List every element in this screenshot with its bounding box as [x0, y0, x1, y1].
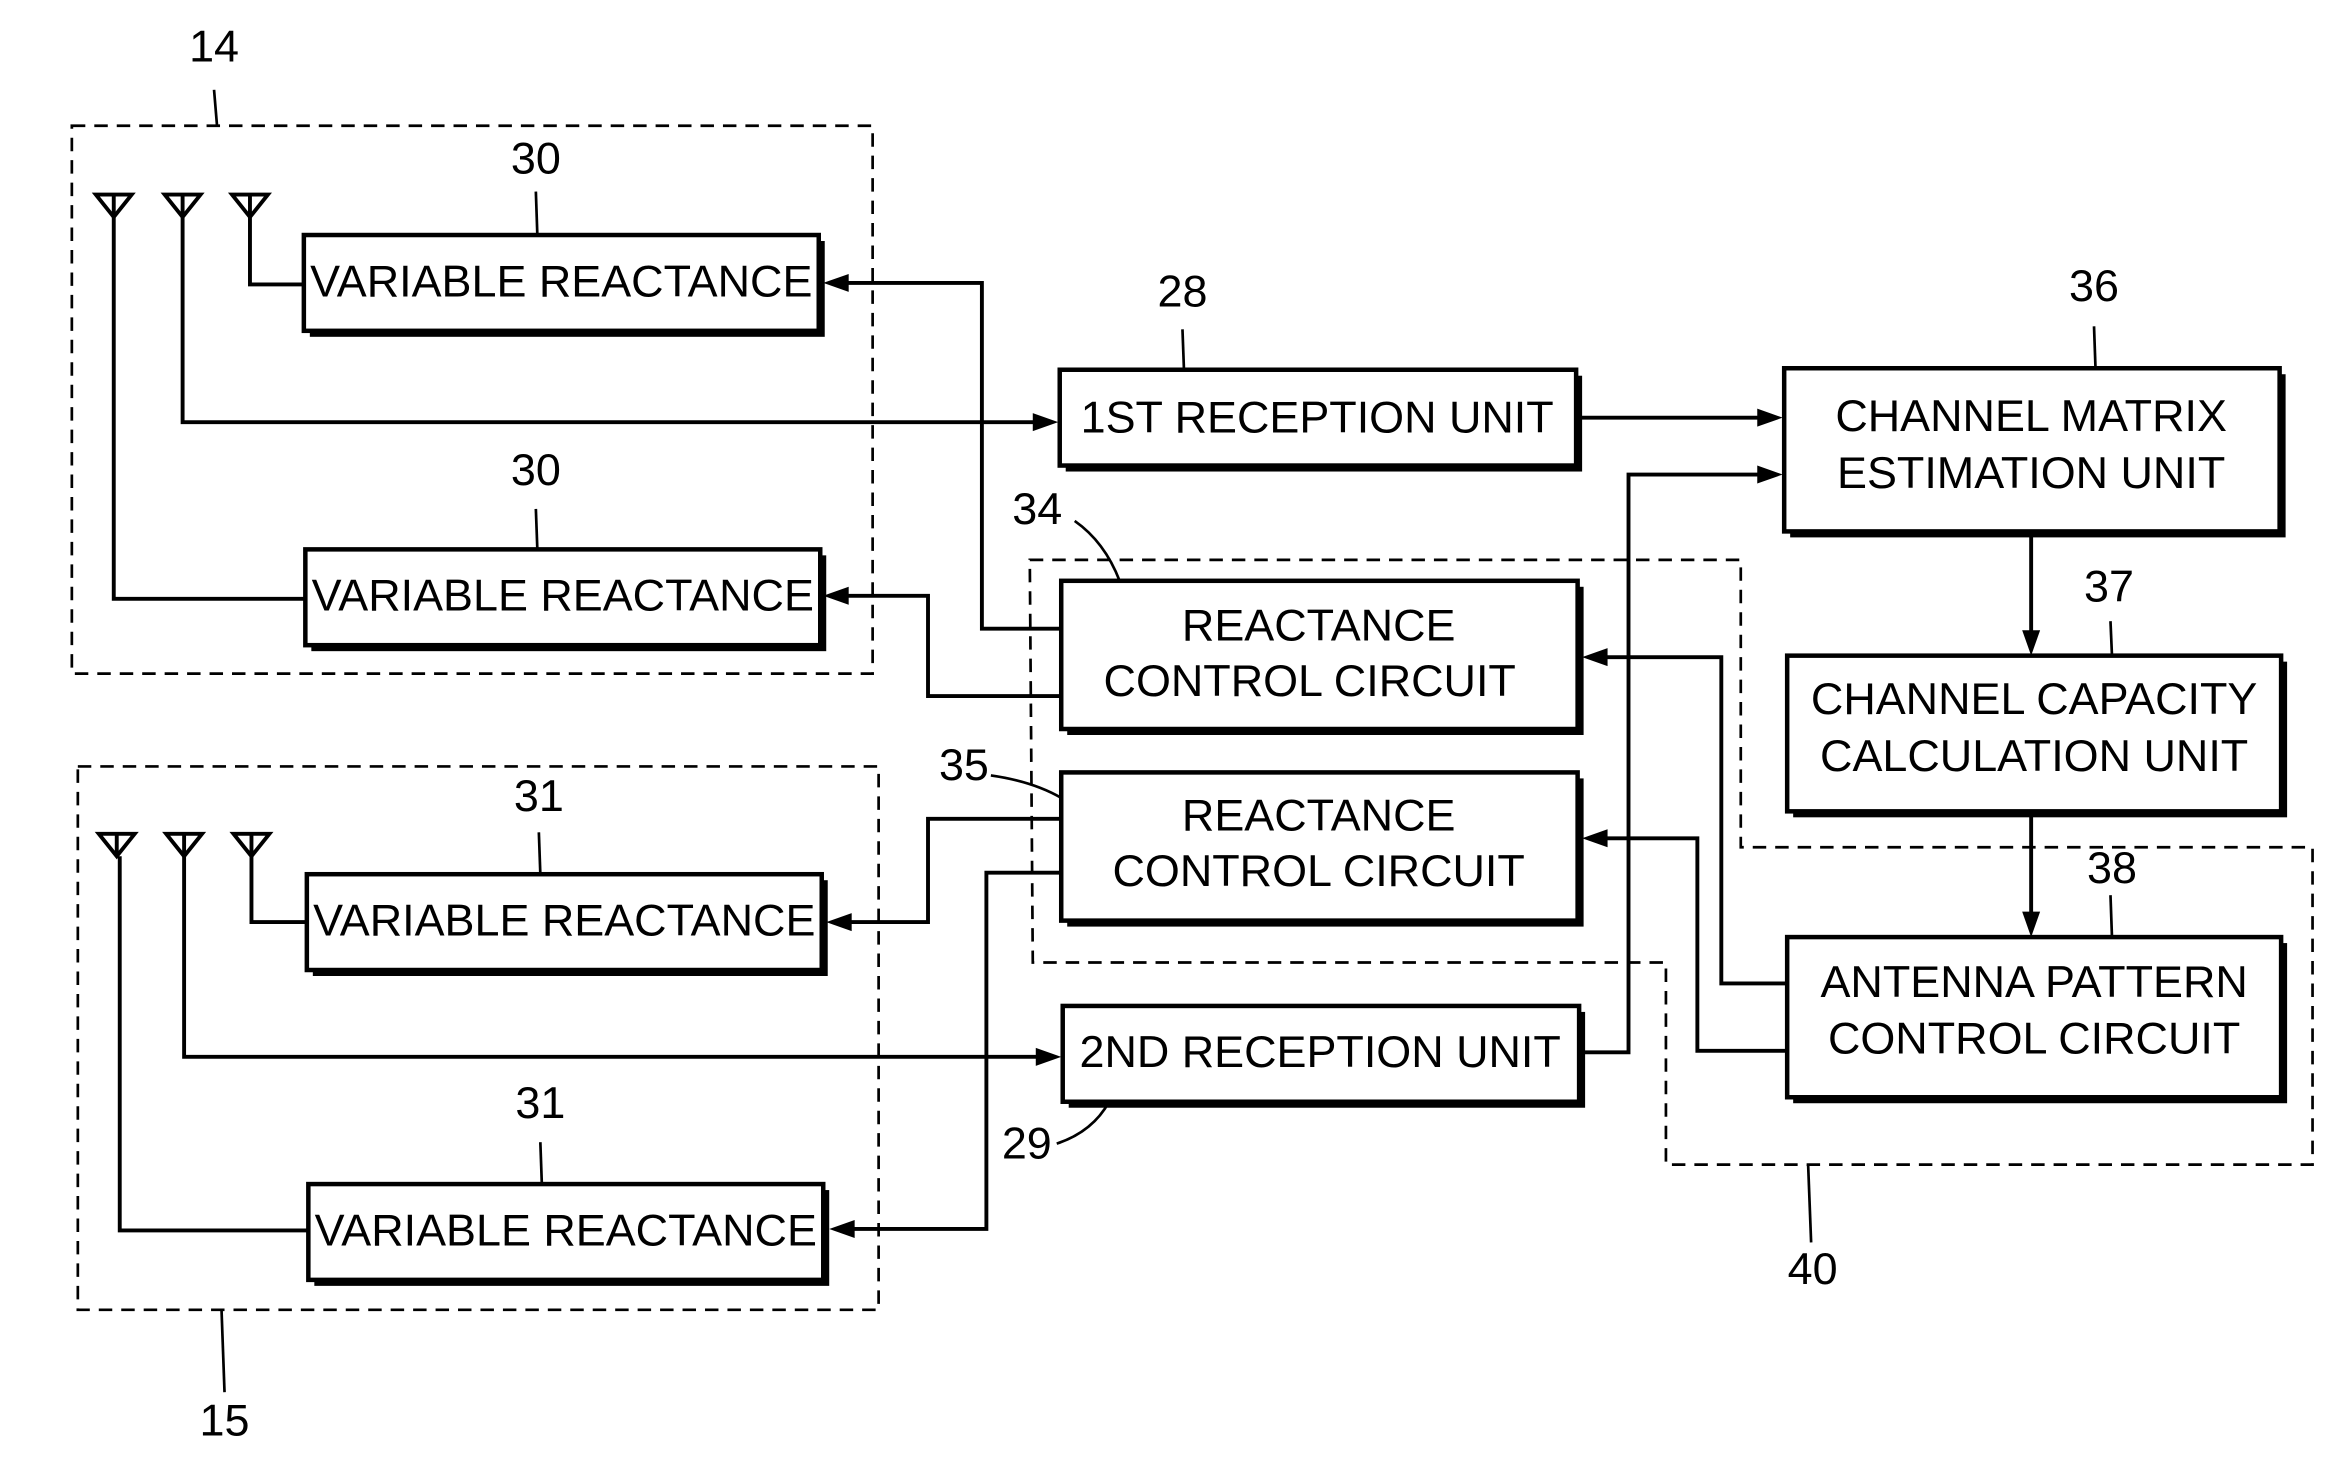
block-label: 1ST RECEPTION UNIT	[1081, 391, 1554, 442]
second-reception-unit-29: 2ND RECEPTION UNIT	[1060, 1003, 1586, 1108]
leader-15	[220, 1309, 226, 1393]
ref-label-29: 29	[1002, 1118, 1052, 1169]
wire-ant1-to-vr30b	[111, 217, 306, 601]
wire-ant1-to-vr31b	[117, 856, 309, 1233]
block-label: VARIABLE REACTANCE	[312, 570, 814, 621]
block-label: VARIABLE REACTANCE	[313, 894, 815, 945]
leader-31b	[538, 1142, 544, 1185]
ref-label-38: 38	[2087, 842, 2137, 893]
antenna-icon	[229, 831, 274, 860]
block-label-line2: CALCULATION UNIT	[1820, 730, 2248, 781]
arrowhead	[1757, 408, 1783, 427]
ref-label-30b: 30	[511, 444, 561, 495]
ref-label-37: 37	[2084, 561, 2134, 612]
block-label-line2: ESTIMATION UNIT	[1837, 447, 2225, 498]
block-label-line1: ANTENNA PATTERN	[1820, 956, 2247, 1007]
ref-label-28: 28	[1158, 266, 1208, 317]
channel-capacity-calculation-unit-37: CHANNEL CAPACITY CALCULATION UNIT	[1784, 653, 2288, 818]
antenna-icon	[94, 831, 139, 860]
channel-matrix-estimation-unit-36: CHANNEL MATRIX ESTIMATION UNIT	[1781, 366, 2286, 538]
block-label-line1: CHANNEL CAPACITY	[1811, 673, 2257, 724]
ref-label-15: 15	[200, 1394, 250, 1445]
arrowhead	[823, 273, 849, 292]
ref-label-30a: 30	[511, 133, 561, 184]
leader-35	[990, 774, 1062, 800]
leader-38	[2109, 895, 2114, 938]
antenna-icon	[91, 192, 136, 221]
block-label-line2: CONTROL CIRCUIT	[1113, 845, 1525, 896]
arrowhead	[826, 913, 852, 932]
wire-rc35-to-vr31b	[853, 870, 1062, 1231]
variable-reactance-31b: VARIABLE REACTANCE	[306, 1181, 830, 1286]
block-label: VARIABLE REACTANCE	[315, 1204, 817, 1255]
leader-30a	[534, 191, 539, 236]
leader-31a	[537, 832, 542, 875]
ref-label-40: 40	[1788, 1243, 1838, 1294]
reactance-control-circuit-35: REACTANCE CONTROL CIRCUIT	[1058, 770, 1584, 927]
ref-label-34: 34	[1012, 483, 1062, 534]
wire-ant3-to-vr31a	[249, 856, 309, 925]
leader-30b	[534, 508, 539, 550]
arrowhead	[1757, 465, 1783, 484]
block-label-line1: CHANNEL MATRIX	[1835, 390, 2227, 441]
wire-rc35-to-vr31a	[850, 816, 1062, 925]
arrowhead	[1582, 648, 1608, 667]
ref-label-14: 14	[189, 20, 239, 71]
arrowhead	[1032, 413, 1059, 432]
block-label-line1: REACTANCE	[1182, 790, 1456, 841]
block-label-line2: CONTROL CIRCUIT	[1828, 1013, 2240, 1064]
arrowhead	[2022, 911, 2041, 938]
antenna-array-15	[94, 831, 274, 860]
leader-40	[1806, 1164, 1813, 1243]
wire-ant3-to-vr30a	[248, 217, 306, 287]
leader-29	[1056, 1101, 1111, 1145]
antenna-array-14	[91, 192, 272, 221]
leader-14	[212, 89, 219, 126]
block-label-line1: REACTANCE	[1182, 600, 1456, 651]
block-label: VARIABLE REACTANCE	[310, 255, 812, 306]
block-label: 2ND RECEPTION UNIT	[1079, 1026, 1560, 1077]
antenna-icon	[227, 192, 272, 221]
variable-reactance-30a: VARIABLE REACTANCE	[301, 232, 825, 337]
antenna-pattern-control-circuit-38: ANTENNA PATTERN CONTROL CIRCUIT	[1784, 934, 2288, 1104]
arrowhead	[2022, 630, 2041, 656]
ref-label-31b: 31	[515, 1077, 565, 1128]
leader-36	[2092, 326, 2097, 369]
antenna-icon	[160, 192, 205, 221]
arrowhead	[823, 586, 849, 605]
leader-28	[1181, 329, 1186, 370]
arrowhead	[1035, 1047, 1062, 1066]
leader-34	[1073, 519, 1121, 582]
leader-37	[2109, 621, 2114, 656]
first-reception-unit-28: 1ST RECEPTION UNIT	[1057, 367, 1583, 472]
wire-ap38-to-rc35	[1606, 836, 1786, 1053]
block-diagram: 14 15 VARIABLE REACTANCE 30 VARIABLE REA…	[70, 20, 2314, 1445]
block-label-line2: CONTROL CIRCUIT	[1104, 655, 1516, 706]
arrowhead	[1582, 829, 1608, 848]
variable-reactance-30b: VARIABLE REACTANCE	[303, 547, 827, 652]
ref-label-31a: 31	[514, 770, 564, 821]
ref-label-36: 36	[2069, 260, 2119, 311]
ref-label-35: 35	[939, 739, 989, 790]
antenna-icon	[162, 831, 207, 860]
variable-reactance-31a: VARIABLE REACTANCE	[304, 871, 828, 976]
arrowhead	[829, 1220, 855, 1238]
reactance-control-circuit-34: REACTANCE CONTROL CIRCUIT	[1058, 578, 1584, 735]
